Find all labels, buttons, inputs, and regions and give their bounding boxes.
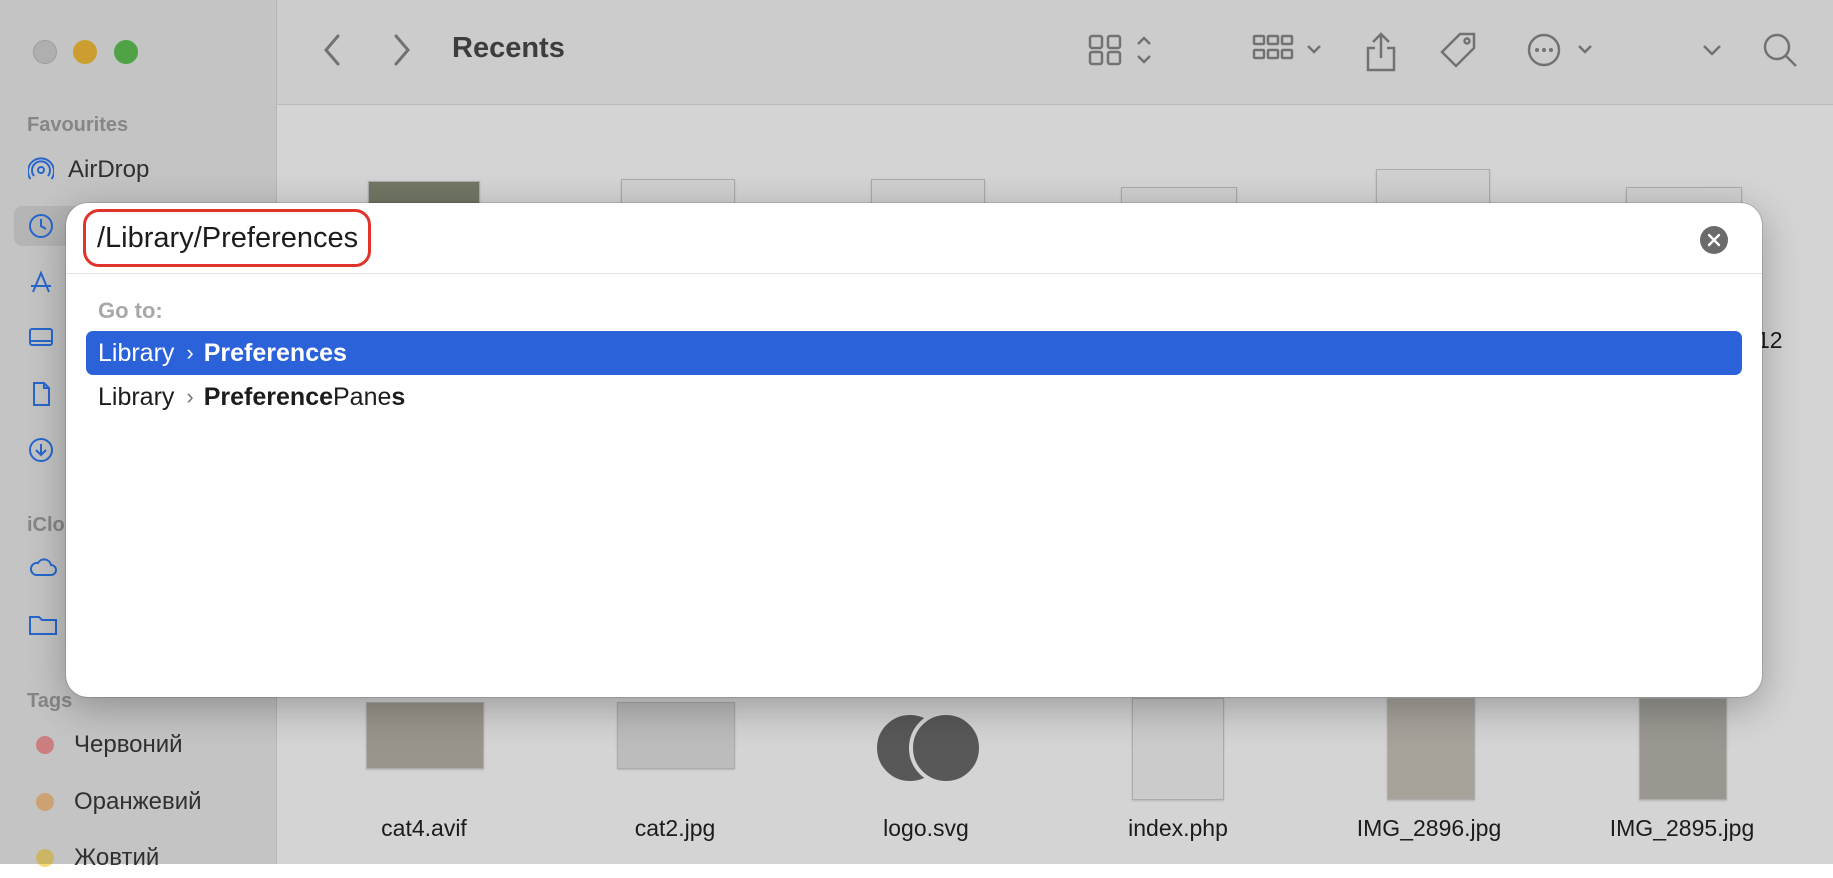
go-to-folder-dialog: /Library/Preferences Go to: Library › Pr… xyxy=(66,203,1762,697)
suggestion-match: Preference xyxy=(203,382,333,411)
suggestion-row-preferences[interactable]: Library › Preferences xyxy=(86,331,1742,375)
suggestion-row-preferencepanes[interactable]: Library › Preference Pane s xyxy=(86,375,1742,419)
suggestion-parent: Library xyxy=(98,338,175,367)
suggestion-parent: Library xyxy=(98,382,175,411)
close-icon xyxy=(1707,233,1721,247)
divider xyxy=(66,273,1762,274)
suggestion-rest-match: s xyxy=(391,382,406,411)
suggestion-match: Preferences xyxy=(203,338,347,367)
path-input[interactable]: /Library/Preferences xyxy=(83,209,372,267)
goto-label: Go to: xyxy=(98,298,163,323)
suggestion-rest: Pane xyxy=(333,382,392,411)
path-input-value: /Library/Preferences xyxy=(97,221,359,254)
clear-path-button[interactable] xyxy=(1700,226,1728,254)
chevron-right-icon: › xyxy=(186,384,194,409)
chevron-right-icon: › xyxy=(186,340,194,365)
